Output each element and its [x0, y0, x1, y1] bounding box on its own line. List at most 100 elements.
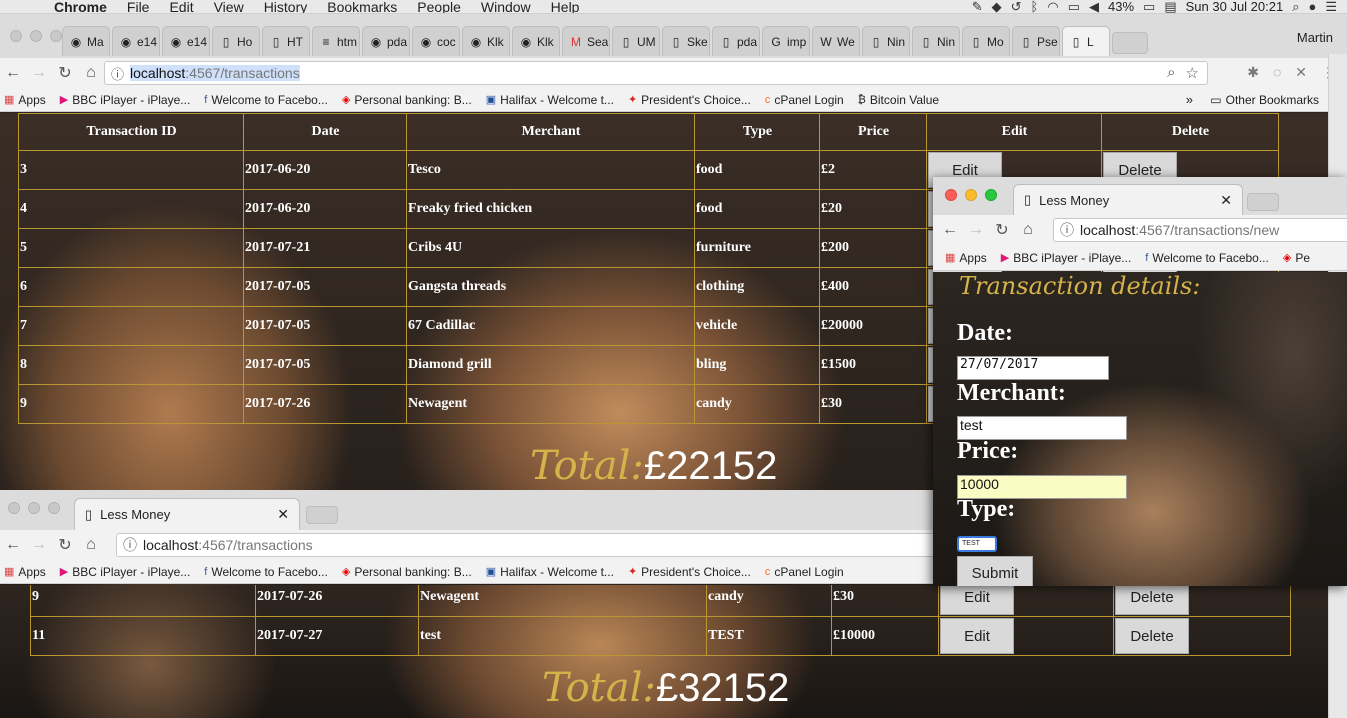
extension-icon[interactable]: ✱	[1247, 64, 1259, 81]
reload-icon[interactable]: ↻	[52, 535, 78, 555]
menu-window[interactable]: Window	[471, 0, 541, 13]
tab-less-money[interactable]: ▯ Less Money ✕	[1013, 184, 1243, 215]
browser-tab[interactable]: ◉ e14	[112, 26, 160, 56]
browser-tab[interactable]: ▯ Mo	[962, 26, 1010, 56]
menu-edit[interactable]: Edit	[159, 0, 203, 13]
close-window-icon[interactable]	[945, 189, 957, 201]
browser-tab[interactable]: ▯ Ske	[662, 26, 710, 56]
bookmark-item[interactable]: ▦ Apps	[945, 251, 987, 265]
bookmark-item[interactable]: f Welcome to Facebo...	[1145, 251, 1269, 265]
browser-tab[interactable]: ◉ Klk	[512, 26, 560, 56]
zoom-window-icon[interactable]	[48, 502, 60, 514]
extension-icon[interactable]: ◌	[1273, 64, 1281, 81]
bookmark-item[interactable]: ▶ BBC iPlayer - iPlaye...	[60, 93, 191, 107]
browser-tab[interactable]: ◉ Klk	[462, 26, 510, 56]
menu-app-chrome[interactable]: Chrome	[44, 0, 117, 13]
close-tab-icon[interactable]: ✕	[277, 506, 289, 523]
bookmark-star-icon[interactable]: ☆	[1186, 64, 1199, 82]
bookmark-item[interactable]: ◈ Personal banking: B...	[342, 93, 472, 107]
browser-tab[interactable]: ▯ L	[1062, 26, 1110, 56]
close-window-icon[interactable]	[8, 502, 20, 514]
browser-tab[interactable]: ▯ UM	[612, 26, 660, 56]
browser-tab[interactable]: ◉ e14	[162, 26, 210, 56]
bluetooth-icon[interactable]: ᛒ	[1031, 0, 1039, 13]
browser-tab[interactable]: W We	[812, 26, 860, 56]
time-machine-icon[interactable]: ↺	[1011, 0, 1022, 13]
zoom-search-icon[interactable]: ⌕	[1167, 64, 1175, 82]
close-tab-icon[interactable]: ✕	[1220, 192, 1232, 209]
minimize-window-icon[interactable]	[28, 502, 40, 514]
browser-tab[interactable]: Gimp	[762, 26, 810, 56]
edit-button[interactable]: Edit	[940, 585, 1014, 615]
bookmark-item[interactable]: ▣ Halifax - Welcome t...	[486, 93, 614, 107]
home-icon[interactable]: ⌂	[78, 536, 104, 554]
browser-tab[interactable]: ◉ pda	[362, 26, 410, 56]
bookmark-item[interactable]: ₿ Bitcoin Value	[858, 93, 939, 107]
minimize-window-icon[interactable]	[30, 30, 42, 42]
other-bookmarks[interactable]: ▭ Other Bookmarks	[1210, 93, 1319, 107]
info-icon[interactable]: ⓘ	[111, 64, 124, 83]
bookmark-item[interactable]: ▣ Halifax - Welcome t...	[486, 565, 614, 579]
spotlight-search-icon[interactable]: ⌕	[1292, 0, 1299, 13]
bookmark-item[interactable]: c cPanel Login	[765, 565, 844, 579]
new-tab-button[interactable]	[306, 506, 338, 524]
bookmark-item[interactable]: f Welcome to Facebo...	[204, 565, 328, 579]
menu-history[interactable]: History	[254, 0, 318, 13]
bookmark-item[interactable]: ✦ President's Choice...	[628, 93, 751, 107]
home-icon[interactable]: ⌂	[1015, 221, 1041, 239]
reload-icon[interactable]: ↻	[52, 63, 78, 83]
evernote-icon[interactable]: ◆	[992, 0, 1002, 13]
notification-center-icon[interactable]: ☰	[1325, 0, 1337, 13]
bookmark-item[interactable]: ▦ Apps	[4, 93, 46, 107]
menu-view[interactable]: View	[204, 0, 254, 13]
delete-button[interactable]: Delete	[1115, 618, 1189, 654]
close-window-icon[interactable]	[10, 30, 22, 42]
menu-bookmarks[interactable]: Bookmarks	[317, 0, 407, 13]
bookmark-item[interactable]: ▶ BBC iPlayer - iPlaye...	[1001, 251, 1132, 265]
extension-icon[interactable]: ✕	[1295, 64, 1307, 81]
browser-tab[interactable]: ▯ HT	[262, 26, 310, 56]
browser-tab[interactable]: ◉ Ma	[62, 26, 110, 56]
bookmarks-overflow-icon[interactable]: »	[1186, 92, 1193, 107]
edit-button[interactable]: Edit	[940, 618, 1014, 654]
browser-tab[interactable]: ◉ coc	[412, 26, 460, 56]
menu-file[interactable]: File	[117, 0, 160, 13]
address-bar[interactable]: ⓘ localhost:4567/transactions ⌕ ☆	[104, 61, 1208, 85]
bookmark-item[interactable]: ▶ BBC iPlayer - iPlaye...	[60, 565, 191, 579]
delete-button[interactable]: Delete	[1115, 585, 1189, 615]
bookmark-item[interactable]: ✦ President's Choice...	[628, 565, 751, 579]
wrench-icon[interactable]: ✎	[972, 0, 983, 13]
bookmark-item[interactable]: c cPanel Login	[765, 93, 844, 107]
bookmark-item[interactable]: f Welcome to Facebo...	[204, 93, 328, 107]
browser-tab[interactable]: ▯ Ho	[212, 26, 260, 56]
back-icon[interactable]: ←	[0, 64, 26, 82]
tab-less-money[interactable]: ▯ Less Money ✕	[74, 498, 300, 530]
volume-icon[interactable]: ◀	[1089, 0, 1099, 13]
zoom-window-icon[interactable]	[50, 30, 62, 42]
back-icon[interactable]: ←	[0, 536, 26, 554]
merchant-input[interactable]: test	[957, 416, 1127, 440]
date-input[interactable]: 27/07/2017	[957, 356, 1109, 380]
minimize-window-icon[interactable]	[965, 189, 977, 201]
address-bar[interactable]: ⓘ localhost:4567/transactions/new	[1053, 218, 1347, 242]
battery-icon[interactable]: ▭	[1143, 0, 1155, 13]
bookmark-item[interactable]: ◈ Personal banking: B...	[342, 565, 472, 579]
browser-tab[interactable]: ▯ pda	[712, 26, 760, 56]
home-icon[interactable]: ⌂	[78, 64, 104, 82]
browser-tab[interactable]: ▯ Nin	[862, 26, 910, 56]
profile-button[interactable]: Martin	[1297, 30, 1333, 45]
siri-icon[interactable]: ●	[1308, 0, 1316, 13]
zoom-window-icon[interactable]	[985, 189, 997, 201]
browser-tab[interactable]: M Sea	[562, 26, 610, 56]
submit-button[interactable]: Submit	[957, 556, 1033, 586]
info-icon[interactable]: ⓘ	[1060, 220, 1074, 240]
back-icon[interactable]: ←	[937, 221, 963, 239]
new-tab-button[interactable]	[1247, 193, 1279, 211]
airplay-icon[interactable]: ▭	[1068, 0, 1080, 13]
new-tab-button[interactable]	[1112, 32, 1148, 54]
forward-icon[interactable]: →	[26, 64, 52, 82]
menubar-clock[interactable]: Sun 30 Jul 20:21	[1186, 0, 1284, 13]
menu-help[interactable]: Help	[541, 0, 590, 13]
menu-people[interactable]: People	[407, 0, 471, 13]
type-select[interactable]: TEST	[957, 536, 997, 552]
